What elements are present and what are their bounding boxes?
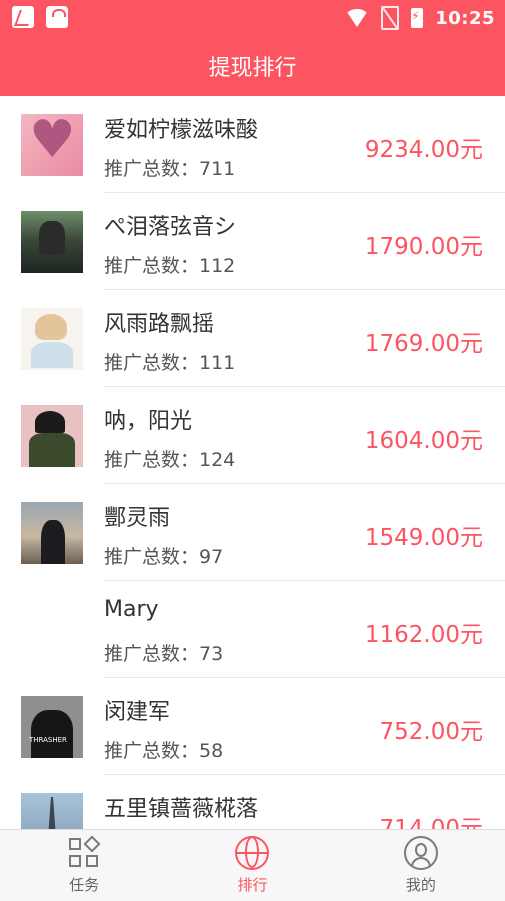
avatar — [21, 793, 83, 829]
promotion-count: 推广总数：711 — [104, 158, 236, 180]
tab-ranking[interactable]: 排行 — [168, 830, 336, 901]
user-name: 呐，阳光 — [104, 409, 193, 434]
promotion-count: 推广总数：58 — [104, 740, 224, 762]
user-name: 风雨路飘摇 — [104, 312, 215, 337]
avatar — [21, 502, 83, 564]
ranking-list[interactable]: 爱如柠檬滋味酸 推广总数：711 9234.00元 ぺ泪落弦音シ 推广总数：11… — [0, 96, 505, 829]
tab-label: 我的 — [405, 876, 436, 894]
user-name: 五里镇蔷薇椛落 — [104, 797, 259, 822]
avatar — [21, 696, 83, 758]
user-name: 爱如柠檬滋味酸 — [104, 118, 259, 143]
withdrawal-amount: 1604.00元 — [364, 428, 483, 454]
promotion-count: 推广总数：97 — [104, 546, 224, 568]
withdrawal-amount: 1790.00元 — [364, 234, 483, 260]
tab-task[interactable]: 任务 — [0, 830, 168, 901]
promotion-count: 推广总数：124 — [104, 449, 236, 471]
tab-label: 排行 — [237, 876, 268, 894]
withdrawal-amount: 1549.00元 — [364, 525, 483, 551]
withdrawal-amount: 752.00元 — [379, 719, 483, 745]
status-bar: 10:25 — [0, 0, 505, 36]
status-left-icons — [12, 6, 68, 28]
flag-notification-icon — [12, 6, 34, 28]
list-item[interactable]: 酆灵雨 推广总数：97 1549.00元 — [0, 484, 505, 581]
wifi-icon — [345, 9, 370, 27]
avatar — [21, 110, 83, 176]
list-item[interactable]: 爱如柠檬滋味酸 推广总数：711 9234.00元 — [0, 96, 505, 193]
user-icon — [403, 836, 438, 870]
user-name: 闵建军 — [104, 700, 171, 725]
avatar — [21, 211, 83, 273]
task-grid-icon — [67, 835, 101, 870]
list-item[interactable]: ぺ泪落弦音シ 推广总数：112 1790.00元 — [0, 193, 505, 290]
promotion-count: 推广总数：111 — [104, 352, 236, 374]
globe-icon — [235, 836, 270, 870]
battery-charging-icon — [411, 8, 424, 28]
tab-label: 任务 — [69, 876, 100, 894]
bottom-tab-bar: 任务 排行 我的 — [0, 829, 505, 901]
shopping-bag-icon — [46, 6, 68, 28]
list-item[interactable]: 闵建军 推广总数：58 752.00元 — [0, 678, 505, 775]
avatar — [21, 405, 83, 467]
withdrawal-amount: 714.00元 — [379, 816, 483, 829]
withdrawal-amount: 9234.00元 — [364, 137, 483, 163]
app-header: 提现排行 — [0, 36, 505, 96]
promotion-count: 推广总数：73 — [104, 643, 224, 665]
status-time: 10:25 — [435, 7, 495, 29]
list-item[interactable]: 风雨路飘摇 推广总数：111 1769.00元 — [0, 290, 505, 387]
status-right-icons: 10:25 — [345, 6, 495, 30]
promotion-count: 推广总数：112 — [104, 255, 236, 277]
page-title: 提现排行 — [208, 56, 297, 81]
list-item[interactable]: 五里镇蔷薇椛落 714.00元 — [0, 775, 505, 829]
list-item[interactable]: Mary 推广总数：73 1162.00元 — [0, 581, 505, 678]
user-name: 酆灵雨 — [104, 506, 171, 531]
user-name: Mary — [104, 597, 159, 622]
tab-mine[interactable]: 我的 — [337, 830, 505, 901]
avatar — [21, 308, 83, 370]
no-sim-icon — [381, 6, 400, 30]
withdrawal-amount: 1769.00元 — [364, 331, 483, 357]
user-name: ぺ泪落弦音シ — [104, 215, 237, 240]
withdrawal-amount: 1162.00元 — [364, 622, 483, 648]
list-item[interactable]: 呐，阳光 推广总数：124 1604.00元 — [0, 387, 505, 484]
